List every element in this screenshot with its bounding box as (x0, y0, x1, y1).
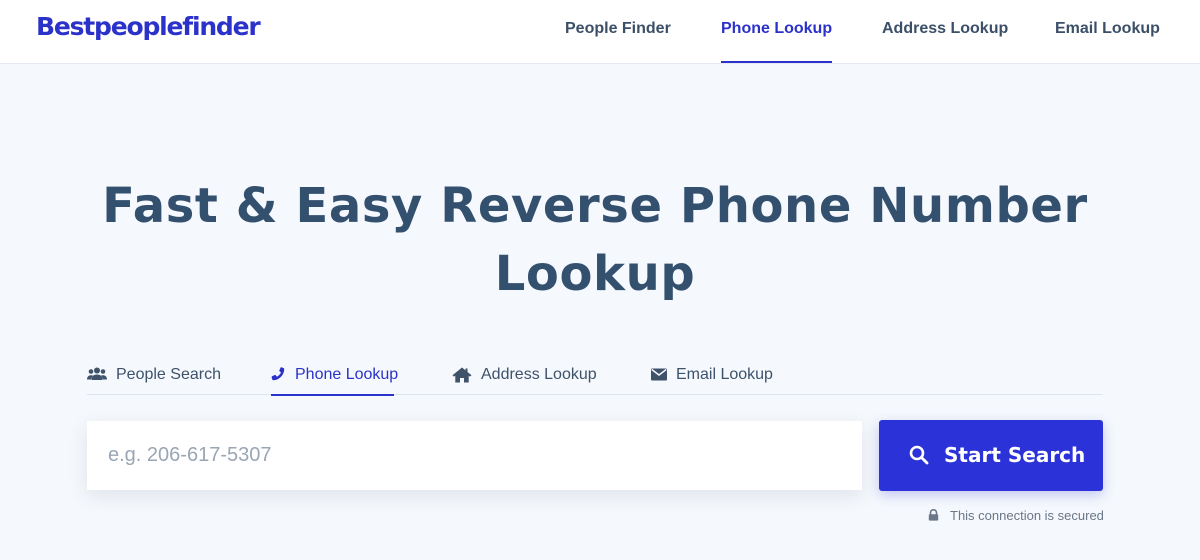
tab-phone-lookup-label: Phone Lookup (295, 366, 399, 383)
brand-logo[interactable]: Bestpeoplefinder (36, 12, 261, 41)
phone-icon (271, 367, 285, 381)
tab-address-lookup[interactable]: Address Lookup (452, 360, 597, 395)
start-search-button[interactable]: Start Search (879, 420, 1103, 491)
tab-email-lookup-label: Email Lookup (676, 366, 773, 383)
lock-icon (928, 509, 939, 521)
tab-people-search-label: People Search (116, 366, 221, 383)
start-search-button-label: Start Search (944, 443, 1086, 467)
top-navigation-bar: Bestpeoplefinder People Finder Phone Loo… (0, 0, 1200, 64)
tab-email-lookup[interactable]: Email Lookup (651, 360, 773, 395)
page-title: Fast & Easy Reverse Phone Number Lookup (60, 172, 1130, 308)
phone-number-input[interactable] (87, 421, 862, 490)
nav-item-address-lookup[interactable]: Address Lookup (882, 0, 1008, 64)
security-note-text: This connection is secured (950, 508, 1104, 523)
tab-address-lookup-label: Address Lookup (481, 366, 597, 383)
page-title-line-1: Fast & Easy Reverse Phone Number (102, 178, 1088, 234)
people-icon (87, 367, 107, 380)
envelope-icon (651, 368, 667, 381)
tab-people-search[interactable]: People Search (87, 360, 221, 395)
nav-item-email-lookup[interactable]: Email Lookup (1055, 0, 1160, 64)
nav-item-phone-lookup[interactable]: Phone Lookup (721, 0, 833, 64)
home-icon (452, 367, 472, 383)
page-title-line-2: Lookup (494, 246, 696, 302)
nav-item-people-finder[interactable]: People Finder (565, 0, 671, 64)
tab-phone-lookup[interactable]: Phone Lookup (271, 360, 398, 396)
search-type-tabs: People Search Phone Lookup Address Looku… (87, 360, 1103, 396)
search-icon (909, 445, 929, 465)
